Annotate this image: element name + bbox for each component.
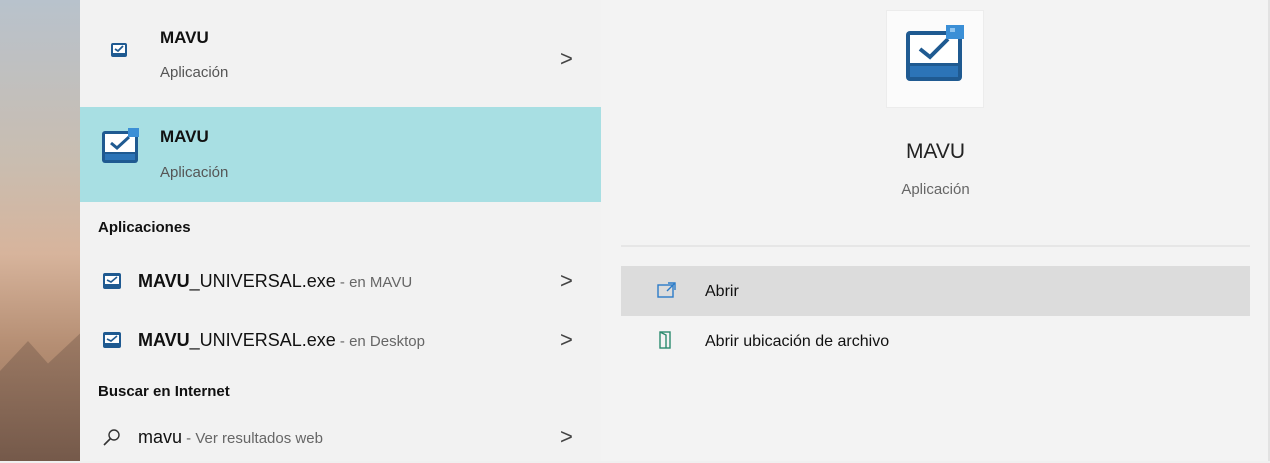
chevron-right-icon[interactable]: > bbox=[560, 270, 573, 292]
web-query: mavu - Ver resultados web bbox=[138, 427, 323, 448]
file-location: - en Desktop bbox=[335, 333, 425, 350]
result-item-mavu-app[interactable]: MAVU Aplicación > bbox=[80, 10, 601, 105]
mavu-app-icon bbox=[111, 43, 127, 57]
file-name-rest: _UNIVERSAL.exe bbox=[189, 271, 336, 291]
app-preview-tile bbox=[886, 10, 984, 108]
file-name-bold: MAVU bbox=[138, 330, 190, 350]
result-title: MAVU bbox=[160, 127, 209, 146]
result-item-mavu-app-selected[interactable]: MAVU Aplicación bbox=[80, 107, 601, 202]
web-suffix: - Ver resultados web bbox=[182, 430, 323, 447]
result-item-exe-mavu[interactable]: MAVU_UNIVERSAL.exe - en MAVU > bbox=[80, 257, 601, 307]
chevron-right-icon[interactable]: > bbox=[560, 426, 573, 448]
desktop-landscape bbox=[0, 333, 80, 461]
details-pane: MAVU Aplicación Abrir Abrir ubicación de… bbox=[601, 0, 1270, 461]
file-name-rest: _UNIVERSAL.exe bbox=[189, 330, 336, 350]
desktop-background bbox=[0, 0, 80, 461]
action-open-location[interactable]: Abrir ubicación de archivo bbox=[621, 316, 1250, 366]
detail-app-subtitle: Aplicación bbox=[901, 181, 970, 198]
action-label: Abrir ubicación de archivo bbox=[705, 333, 890, 350]
detail-app-title: MAVU bbox=[905, 140, 966, 163]
result-subtitle: Aplicación bbox=[160, 164, 229, 181]
file-name-bold: MAVU bbox=[138, 271, 190, 291]
section-header-web: Buscar en Internet bbox=[98, 383, 230, 400]
divider bbox=[621, 245, 1250, 247]
section-header-apps: Aplicaciones bbox=[98, 219, 191, 236]
file-name: MAVU_UNIVERSAL.exe - en Desktop bbox=[138, 330, 425, 351]
file-location: - en MAVU bbox=[335, 274, 413, 291]
exe-file-icon bbox=[103, 273, 121, 289]
chevron-right-icon[interactable]: > bbox=[560, 329, 573, 351]
mavu-app-icon bbox=[102, 128, 139, 163]
mavu-large-icon bbox=[906, 25, 964, 81]
folder-location-icon bbox=[659, 331, 671, 349]
result-item-web-search[interactable]: mavu - Ver resultados web > bbox=[80, 413, 601, 463]
result-item-exe-desktop[interactable]: MAVU_UNIVERSAL.exe - en Desktop > bbox=[80, 316, 601, 366]
result-subtitle: Aplicación bbox=[160, 64, 229, 81]
open-icon bbox=[657, 282, 676, 298]
file-name: MAVU_UNIVERSAL.exe - en MAVU bbox=[138, 271, 412, 292]
action-label: Abrir bbox=[705, 283, 739, 300]
search-results-pane: MAVU Aplicación > MAVU Aplicación Aplica… bbox=[80, 0, 601, 461]
chevron-right-icon[interactable]: > bbox=[560, 48, 573, 70]
action-open[interactable]: Abrir bbox=[621, 266, 1250, 316]
result-title: MAVU bbox=[160, 28, 209, 47]
search-icon bbox=[103, 429, 120, 446]
exe-file-icon bbox=[103, 332, 121, 348]
query-text: mavu bbox=[138, 427, 183, 447]
